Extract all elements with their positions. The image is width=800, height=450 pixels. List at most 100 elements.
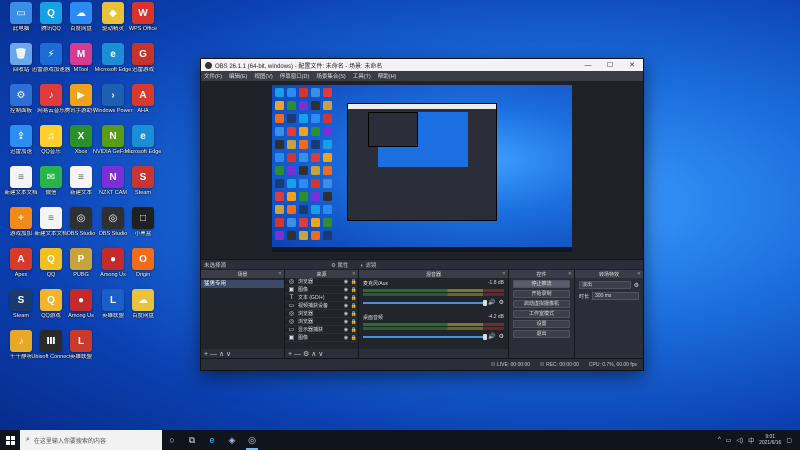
menu-view[interactable]: 视图(V) <box>254 72 272 80</box>
transition-select[interactable]: 淡出 <box>579 281 631 289</box>
desktop-icon[interactable]: ♪ 千千静听 <box>4 330 38 370</box>
lock-icon[interactable]: 🔒 <box>350 279 358 285</box>
scene-item[interactable]: 猛男专用 <box>201 280 284 288</box>
lock-icon[interactable]: 🔒 <box>350 303 358 309</box>
dock-close-icon[interactable]: ✕ <box>352 271 356 277</box>
volume-slider[interactable] <box>363 333 488 340</box>
dock-close-icon[interactable]: ✕ <box>278 271 282 277</box>
desktop-icon[interactable]: ● Among Us <box>64 289 98 329</box>
desktop-icon[interactable]: ♫ QQ音乐 <box>34 125 68 165</box>
gear-icon[interactable]: ⚙ <box>499 333 504 340</box>
control-button[interactable]: 启动虚拟摄像机 <box>513 300 570 308</box>
minimize-button[interactable]: — <box>577 62 599 69</box>
desktop-icon[interactable]: O Origin <box>126 248 160 288</box>
close-button[interactable]: ✕ <box>621 61 643 69</box>
desktop-icon[interactable]: ≡ 新建文本文档 <box>4 166 38 206</box>
desktop-icon[interactable]: ♪ 网易云音乐 <box>34 84 68 124</box>
desktop-icon[interactable]: ⇪ 迅雷加速 <box>4 125 38 165</box>
duration-input[interactable]: 300 ms <box>592 292 639 300</box>
lock-icon[interactable]: 🔒 <box>350 287 358 293</box>
lock-icon[interactable]: 🔒 <box>350 335 358 341</box>
desktop-icon[interactable]: ☁ 百度网盘 <box>126 289 160 329</box>
maximize-button[interactable]: ☐ <box>599 61 621 69</box>
properties-button[interactable]: ⚙ 属性 <box>331 261 348 269</box>
notifications-icon[interactable]: ▢ <box>786 437 792 444</box>
eye-icon[interactable]: ◉ <box>342 327 350 333</box>
source-item[interactable]: ◎ 浏览器 ◉ 🔒 <box>285 310 358 318</box>
speaker-icon[interactable]: 🔊 <box>488 299 495 306</box>
lock-icon[interactable]: 🔒 <box>350 295 358 301</box>
control-button[interactable]: 退出 <box>513 330 570 338</box>
desktop-icon[interactable]: N NZXT CAM <box>96 166 130 206</box>
menu-file[interactable]: 文件(F) <box>204 72 222 80</box>
eye-icon[interactable]: ◉ <box>342 311 350 317</box>
desktop-icon[interactable]: 🗑 回收站 <box>4 43 38 83</box>
desktop-icon[interactable]: X Xbox <box>64 125 98 165</box>
scenes-dock-controls[interactable]: + — ∧ ∨ <box>201 349 284 358</box>
control-button[interactable]: 停止推流 <box>513 280 570 288</box>
desktop-icon[interactable]: ✉ 微信 <box>34 166 68 206</box>
eye-icon[interactable]: ◉ <box>342 287 350 293</box>
source-item[interactable]: ▭ 视频捕获设备 ◉ 🔒 <box>285 302 358 310</box>
gear-icon[interactable]: ⚙ <box>499 299 504 306</box>
desktop-icon[interactable]: ▭ 此电脑 <box>4 2 38 42</box>
filters-button[interactable]: ◐ 滤镜 <box>360 261 376 269</box>
desktop-icon[interactable]: Ⅲ Ubisoft Connect <box>31 330 71 370</box>
source-item[interactable]: ▭ 显示器捕获 ◉ 🔒 <box>285 326 358 334</box>
edge-taskbar-icon[interactable]: e <box>202 430 222 450</box>
desktop-icon[interactable]: L 英雄联盟 <box>96 289 130 329</box>
desktop-icon[interactable]: ◎ OBS Studio <box>64 207 98 247</box>
menu-tools[interactable]: 工具(T) <box>353 72 371 80</box>
taskbar-search[interactable]: ⌕ 在这里输入你要搜索的内容 <box>20 430 162 450</box>
volume-slider[interactable] <box>363 299 488 306</box>
desktop-icon[interactable]: □ 小黑盒 <box>126 207 160 247</box>
task-view-icon[interactable]: ○ <box>162 430 182 450</box>
eye-icon[interactable]: ◉ <box>342 335 350 341</box>
desktop-icon[interactable]: ● Among Us <box>96 248 130 288</box>
source-item[interactable]: ◎ 浏览器 ◉ 🔒 <box>285 318 358 326</box>
desktop-icon[interactable]: ⚙ 控制面板 <box>4 84 38 124</box>
control-button[interactable]: 设置 <box>513 320 570 328</box>
desktop-icon[interactable]: + 游戏加加 <box>4 207 38 247</box>
desktop-icon[interactable]: ≡ 新建文本 <box>64 166 98 206</box>
control-button[interactable]: 开始录制 <box>513 290 570 298</box>
eye-icon[interactable]: ◉ <box>342 279 350 285</box>
desktop-icon[interactable]: W WPS Office <box>126 2 160 42</box>
desktop-icon[interactable]: NNVIDIA GeForce Experience <box>93 125 133 165</box>
network-icon[interactable]: ▭ <box>726 437 732 444</box>
sources-dock-controls[interactable]: + — ⚙ ∧ ∨ <box>285 349 358 358</box>
menu-edit[interactable]: 编辑(E) <box>229 72 247 80</box>
clock[interactable]: 9:01 2021/6/16 <box>759 434 781 446</box>
desktop-icon[interactable]: P PUBG <box>64 248 98 288</box>
menu-scene-collection[interactable]: 场景集合(S) <box>316 72 345 80</box>
desktop-icon[interactable]: ›Windows PowerShell <box>93 84 133 124</box>
volume-icon[interactable]: ◁) <box>736 437 743 444</box>
desktop-icon[interactable]: e Microsoft Edge <box>95 43 131 83</box>
desktop-icon[interactable]: Q QQ <box>34 248 68 288</box>
speaker-icon[interactable]: 🔊 <box>488 333 495 340</box>
desktop-icon[interactable]: L 英雄联盟 <box>64 330 98 370</box>
desktop-icon[interactable]: ⚡ 迅雷游戏加速器 <box>32 43 70 83</box>
desktop-icon[interactable]: ☁ 百度网盘 <box>64 2 98 42</box>
eye-icon[interactable]: ◉ <box>342 295 350 301</box>
desktop-icon[interactable]: A AHA <box>126 84 160 124</box>
menu-help[interactable]: 帮助(H) <box>378 72 397 80</box>
desktop-icon[interactable]: ◆ 驱动精灵 <box>96 2 130 42</box>
control-button[interactable]: 工作室模式 <box>513 310 570 318</box>
desktop-icon[interactable]: e Microsoft Edge <box>125 125 161 165</box>
desktop-icon[interactable]: M MTool <box>64 43 98 83</box>
lock-icon[interactable]: 🔒 <box>350 319 358 325</box>
dock-close-icon[interactable]: ✕ <box>502 271 506 277</box>
gear-icon[interactable]: ⚙ <box>634 282 639 289</box>
source-item[interactable]: ▣ 图像 ◉ 🔒 <box>285 334 358 342</box>
desktop-icon[interactable]: ≡ 新建文本文档 <box>34 207 68 247</box>
desktop-icon[interactable]: ▶ 腾讯手游助手 <box>64 84 98 124</box>
input-language[interactable]: 中 <box>748 436 754 445</box>
lock-icon[interactable]: 🔒 <box>350 311 358 317</box>
chevron-up-icon[interactable]: ^ <box>718 437 721 443</box>
eye-icon[interactable]: ◉ <box>342 319 350 325</box>
volume-slider-handle[interactable] <box>483 299 488 306</box>
desktop-icon[interactable]: S Steam <box>126 166 160 206</box>
volume-slider-handle[interactable] <box>483 333 488 340</box>
source-item[interactable]: T 文本 (GDI+) ◉ 🔒 <box>285 294 358 302</box>
